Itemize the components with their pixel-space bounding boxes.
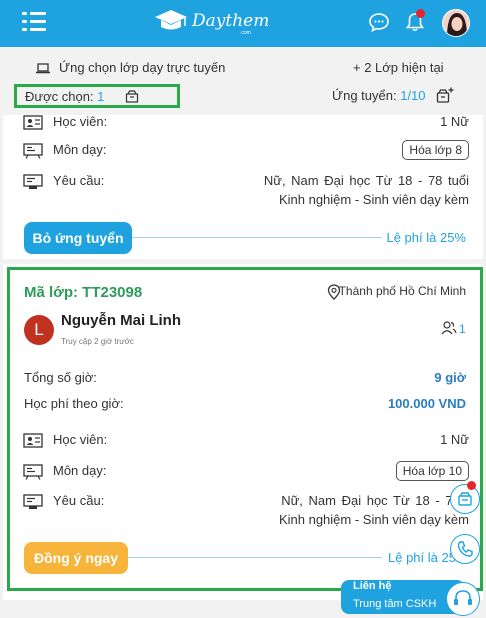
student-icon <box>23 115 43 130</box>
chat-bubble-icon[interactable] <box>368 11 390 33</box>
class-info-bar: Ứng chọn lớp dạy trực tuyến + 2 Lớp hiện… <box>0 47 486 115</box>
support-subtitle: Trung tâm CSKH <box>353 598 437 610</box>
subject-tag: Hóa lớp 8 <box>402 140 469 160</box>
daythem-logo[interactable]: Daythem .com <box>154 8 274 38</box>
logo-sub: .com <box>240 30 251 36</box>
floating-call-button[interactable] <box>450 534 480 564</box>
hamburger-menu-icon[interactable] <box>22 12 46 32</box>
apply-count: Ứng tuyển: 1/10 <box>332 88 426 103</box>
floating-box-button[interactable] <box>450 484 480 514</box>
notification-dot <box>416 9 425 18</box>
student-value: 1 Nữ <box>440 114 469 129</box>
subject-board-icon <box>23 143 43 159</box>
current-classes-link[interactable]: + 2 Lớp hiện tại <box>353 60 444 75</box>
phone-icon <box>457 541 473 557</box>
graduation-cap-icon <box>155 10 187 30</box>
online-class-label: Ứng chọn lớp dạy trực tuyến <box>59 60 226 75</box>
headset-icon-button[interactable] <box>446 582 480 616</box>
student-label: Học viên: <box>53 114 108 129</box>
divider-line <box>132 237 382 238</box>
requirement-line-1: Nữ, Nam Đại học Từ 18 - 78 tuổi <box>263 173 469 188</box>
subject-label: Môn dạy: <box>53 142 107 157</box>
top-header: Daythem .com <box>0 0 486 47</box>
highlight-frame <box>7 267 483 591</box>
requirement-values: Nữ, Nam Đại học Từ 18 - 78 tuổi Kinh ngh… <box>169 173 469 213</box>
headset-icon <box>454 590 472 605</box>
requirement-icon <box>23 174 43 189</box>
subject-row: Môn dạy: Hóa lớp 8 <box>23 140 469 163</box>
cancel-application-button[interactable]: Bỏ ứng tuyển <box>24 222 132 254</box>
support-title: Liên hệ <box>353 580 392 592</box>
logo-text: Daythem <box>192 11 270 31</box>
class-card-applied: Học viên: 1 Nữ Môn dạy: Hóa lớp 8 Yêu cầ… <box>3 113 483 259</box>
chosen-label: Được chọn: 1 <box>25 89 105 104</box>
box-icon <box>458 492 472 506</box>
requirement-row: Yêu cầu: Nữ, Nam Đại học Từ 18 - 78 tuổi… <box>23 172 469 214</box>
fee-text: Lệ phí là 25% <box>386 230 466 245</box>
laptop-icon <box>36 63 50 74</box>
requirement-label: Yêu cầu: <box>53 173 105 188</box>
add-box-icon[interactable] <box>436 87 454 103</box>
notification-dot <box>467 481 476 490</box>
profile-photo-icon <box>443 10 469 36</box>
requirement-line-2: Kinh nghiệm - Sinh viên dạy kèm <box>278 192 469 207</box>
chosen-count-box[interactable]: Được chọn: 1 <box>14 84 180 108</box>
box-icon <box>125 90 139 103</box>
user-avatar[interactable] <box>442 9 470 37</box>
student-row: Học viên: 1 Nữ <box>23 113 469 135</box>
